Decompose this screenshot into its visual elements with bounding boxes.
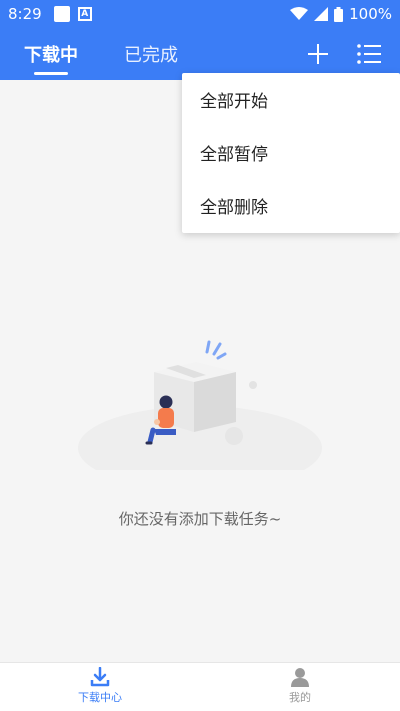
wifi-icon xyxy=(290,7,309,20)
empty-state-illustration xyxy=(78,340,322,470)
tab-completed[interactable]: 已完成 xyxy=(124,41,178,67)
status-bar: 8:29 A 100% xyxy=(0,0,400,28)
battery-percent: 100% xyxy=(349,5,392,23)
dropdown-menu: 全部开始 全部暂停 全部删除 xyxy=(182,73,400,233)
tab-downloading[interactable]: 下载中 xyxy=(24,41,78,67)
notification-square-icon xyxy=(53,6,70,22)
notification-a-icon: A xyxy=(77,7,92,21)
active-tab-indicator xyxy=(34,72,68,75)
list-icon xyxy=(357,44,381,64)
bottom-nav: 下载中心 我的 xyxy=(0,662,400,711)
signal-icon xyxy=(314,7,329,21)
nav-download-label: 下载中心 xyxy=(78,691,122,704)
plus-icon xyxy=(308,44,328,64)
person-icon xyxy=(291,668,309,687)
menu-item-start-all[interactable]: 全部开始 xyxy=(182,73,400,126)
menu-item-delete-all[interactable]: 全部删除 xyxy=(182,179,400,232)
empty-message: 你还没有添加下载任务~ xyxy=(118,510,282,528)
battery-icon xyxy=(334,6,344,22)
nav-download-center[interactable]: 下载中心 xyxy=(40,667,160,705)
menu-button[interactable] xyxy=(355,40,383,68)
nav-mine[interactable]: 我的 xyxy=(240,667,360,705)
menu-item-pause-all[interactable]: 全部暂停 xyxy=(182,126,400,179)
nav-mine-label: 我的 xyxy=(289,691,311,704)
status-indicators: 100% xyxy=(290,5,392,23)
add-button[interactable] xyxy=(304,40,332,68)
download-icon xyxy=(90,667,110,687)
status-time: 8:29 xyxy=(8,5,42,23)
